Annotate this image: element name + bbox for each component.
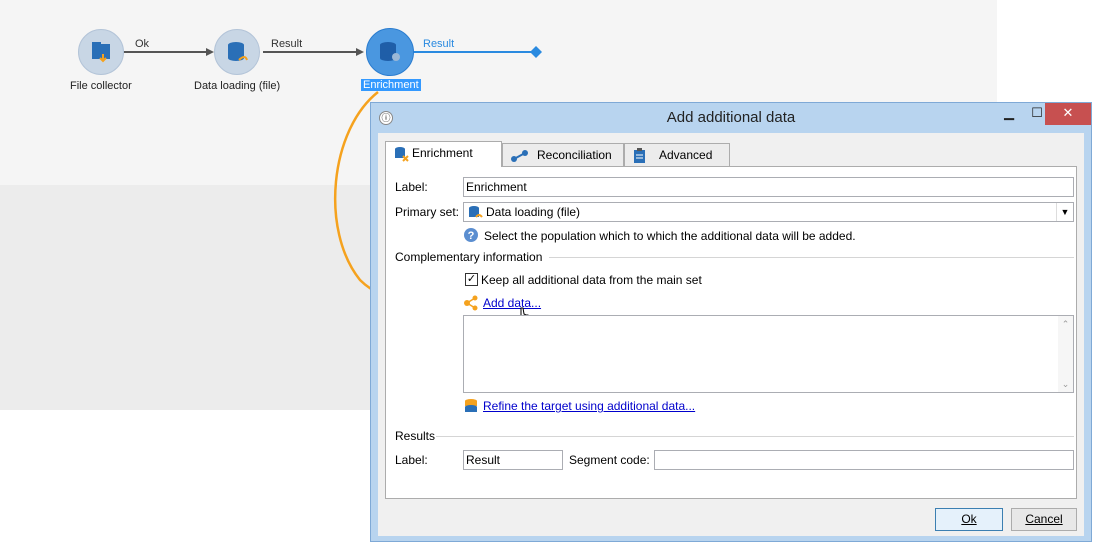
help-icon: ? — [464, 228, 478, 242]
additional-data-list[interactable]: ⌃ ⌄ — [463, 315, 1074, 393]
tab-panel-enrichment: Label: Enrichment Primary set: Data load… — [385, 166, 1077, 499]
reconciliation-icon — [511, 150, 528, 162]
add-data-link[interactable]: Add data... — [483, 296, 541, 310]
tab-advanced-label: Advanced — [659, 148, 713, 162]
advanced-clipboard-icon — [634, 148, 645, 163]
segment-code-input[interactable] — [654, 450, 1074, 470]
tab-enrichment-label: Enrichment — [412, 146, 473, 160]
complementary-section-title: Complementary information — [395, 250, 543, 264]
svg-text:?: ? — [468, 230, 475, 242]
results-divider — [436, 436, 1074, 437]
tab-reconciliation[interactable]: Reconciliation — [502, 143, 624, 167]
refine-target-link[interactable]: Refine the target using additional data.… — [483, 399, 695, 413]
enrichment-tab-icon — [395, 147, 409, 162]
refine-database-icon — [465, 399, 477, 412]
cancel-button[interactable]: Cancel — [1011, 508, 1077, 531]
results-section-title: Results — [395, 429, 436, 443]
label-input[interactable]: Enrichment — [463, 177, 1074, 197]
edge-label-ok: Ok — [135, 38, 150, 50]
label-field-label: Label: — [395, 180, 428, 194]
scroll-up-icon[interactable]: ⌃ — [1058, 319, 1073, 329]
add-data-icon — [464, 295, 478, 311]
cancel-button-label: Cancel — [1025, 512, 1063, 526]
file-collector-icon — [92, 42, 110, 63]
database-load-icon — [469, 206, 483, 218]
ok-button[interactable]: Ok — [935, 508, 1003, 531]
tab-advanced[interactable]: Advanced — [624, 143, 730, 167]
minimize-button[interactable]: ▁ — [995, 103, 1023, 125]
ok-button-label: Ok — [961, 512, 977, 526]
node-label-file-collector: File collector — [70, 80, 132, 92]
node-label-data-loading: Data loading (file) — [194, 80, 281, 92]
section-divider — [549, 257, 1074, 258]
primary-set-label: Primary set: — [395, 205, 460, 219]
enrichment-icon — [380, 42, 400, 61]
node-label-enrichment: Enrichment — [361, 79, 421, 91]
tab-reconciliation-label: Reconciliation — [537, 148, 612, 162]
node-file-collector[interactable] — [78, 29, 124, 75]
edge-arrowhead-ok — [206, 48, 214, 56]
edge-endpoint-diamond — [530, 46, 542, 58]
keep-all-checkbox[interactable]: ✓ — [465, 273, 478, 286]
node-enrichment[interactable] — [366, 28, 414, 76]
edge-label-result: Result — [271, 38, 303, 50]
dialog-title: Add additional data — [666, 109, 796, 126]
node-data-loading[interactable] — [214, 29, 260, 75]
primary-set-value: Data loading (file) — [486, 205, 581, 219]
edge-arrowhead-result — [356, 48, 364, 56]
help-text: Select the population which to which the… — [484, 229, 856, 243]
dialog-client-area: Enrichment Reconciliation Advanced Label… — [378, 133, 1084, 536]
results-label-label: Label: — [395, 453, 428, 467]
scroll-down-icon[interactable]: ⌄ — [1058, 379, 1073, 390]
edge-label-result-out: Result — [423, 38, 455, 50]
primary-set-select[interactable]: Data loading (file) ▼ — [463, 202, 1074, 222]
chevron-down-icon[interactable]: ▼ — [1056, 203, 1073, 221]
results-label-input[interactable]: Result — [463, 450, 563, 470]
segment-code-label: Segment code: — [569, 453, 650, 467]
list-scrollbar[interactable]: ⌃ ⌄ — [1058, 316, 1073, 392]
close-button[interactable]: ✕ — [1045, 103, 1091, 125]
add-additional-data-dialog: ⓘ Add additional data ▁ ☐ ✕ Enrichment R… — [370, 102, 1092, 542]
keep-all-label: Keep all additional data from the main s… — [481, 273, 702, 287]
database-load-icon — [228, 42, 248, 61]
tab-enrichment[interactable]: Enrichment — [385, 141, 502, 167]
